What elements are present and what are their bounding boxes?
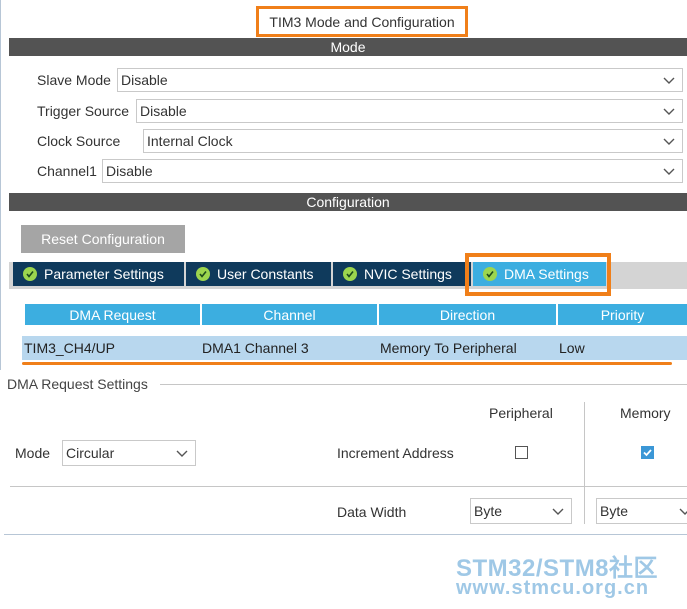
dma-mode-select[interactable]: Circular <box>62 440 196 466</box>
column-header-priority[interactable]: Priority <box>558 304 687 325</box>
tim3-config-window: TIM3 Mode and Configuration Mode Slave M… <box>0 0 687 609</box>
peripheral-increment-checkbox[interactable] <box>515 446 528 459</box>
channel1-select[interactable]: Disable <box>102 159 683 183</box>
memory-data-width-select[interactable]: Byte <box>596 498 687 524</box>
table-cell-dma-request: TIM3_CH4/UP <box>24 340 116 356</box>
channel1-value: Disable <box>106 163 153 179</box>
chevron-down-icon <box>663 138 675 145</box>
reset-configuration-button[interactable]: Reset Configuration <box>21 225 185 253</box>
configuration-section-header: Configuration <box>9 193 687 211</box>
dma-mode-value: Circular <box>66 445 115 461</box>
row-highlight-underline <box>22 362 672 365</box>
chevron-down-icon <box>679 508 687 515</box>
table-cell-direction: Memory To Peripheral <box>380 340 517 356</box>
memory-data-width-value: Byte <box>600 503 629 519</box>
memory-increment-checkbox[interactable] <box>641 446 654 459</box>
mode-label: Mode <box>15 445 51 461</box>
channel1-label: Channel1 <box>37 163 97 179</box>
table-row[interactable] <box>22 336 687 360</box>
clock-source-label: Clock Source <box>37 133 121 149</box>
clock-source-value: Internal Clock <box>147 133 233 149</box>
slave-mode-select[interactable]: Disable <box>117 68 683 92</box>
memory-column-label: Memory <box>620 405 671 421</box>
slave-mode-label: Slave Mode <box>37 72 111 88</box>
mode-section-header: Mode <box>9 38 687 56</box>
tab-label: NVIC Settings <box>364 266 452 282</box>
chevron-down-icon <box>663 168 675 175</box>
check-icon <box>643 449 652 457</box>
check-circle-icon <box>343 267 357 281</box>
trigger-source-value: Disable <box>140 103 187 119</box>
column-header-dma-request[interactable]: DMA Request <box>25 304 200 325</box>
peripheral-data-width-value: Byte <box>474 503 503 519</box>
column-header-label: Channel <box>263 306 316 323</box>
table-cell-priority: Low <box>559 340 585 356</box>
window-title: TIM3 Mode and Configuration <box>256 6 468 37</box>
check-circle-icon <box>196 267 210 281</box>
tab-label: User Constants <box>217 266 314 282</box>
table-cell-channel: DMA1 Channel 3 <box>202 340 309 356</box>
slave-mode-value: Disable <box>121 72 168 88</box>
panel-bottom-border <box>4 534 687 535</box>
configuration-section-title: Configuration <box>306 194 390 210</box>
increment-address-label: Increment Address <box>337 445 454 461</box>
row-divider <box>10 486 687 487</box>
trigger-source-label: Trigger Source <box>37 103 130 119</box>
column-header-channel[interactable]: Channel <box>202 304 377 325</box>
check-circle-icon <box>23 267 37 281</box>
tab-nvic-settings[interactable]: NVIC Settings <box>333 262 471 286</box>
mode-section-title: Mode <box>330 39 366 55</box>
column-header-label: Priority <box>600 306 645 323</box>
fieldset-top-border <box>160 384 687 385</box>
column-header-direction[interactable]: Direction <box>379 304 556 325</box>
dma-request-settings-legend: DMA Request Settings <box>7 376 148 392</box>
reset-configuration-label: Reset Configuration <box>41 231 165 247</box>
peripheral-column-label: Peripheral <box>489 405 553 421</box>
chevron-down-icon <box>663 77 675 84</box>
peripheral-data-width-select[interactable]: Byte <box>470 498 572 524</box>
tab-label: Parameter Settings <box>44 266 164 282</box>
tab-user-constants[interactable]: User Constants <box>186 262 331 286</box>
chevron-down-icon <box>663 108 675 115</box>
data-width-label: Data Width <box>337 504 407 520</box>
chevron-down-icon <box>552 508 564 515</box>
trigger-source-select[interactable]: Disable <box>136 99 683 123</box>
column-header-label: Direction <box>439 306 496 323</box>
column-header-label: DMA Request <box>69 306 156 323</box>
chevron-down-icon <box>176 450 188 457</box>
window-title-text: TIM3 Mode and Configuration <box>269 13 455 30</box>
column-divider <box>584 402 585 524</box>
watermark-line-2: www.stmcu.org.cn <box>456 577 650 599</box>
clock-source-select[interactable]: Internal Clock <box>143 129 683 153</box>
tab-parameter-settings[interactable]: Parameter Settings <box>13 262 184 286</box>
dma-tab-highlight <box>465 253 611 296</box>
